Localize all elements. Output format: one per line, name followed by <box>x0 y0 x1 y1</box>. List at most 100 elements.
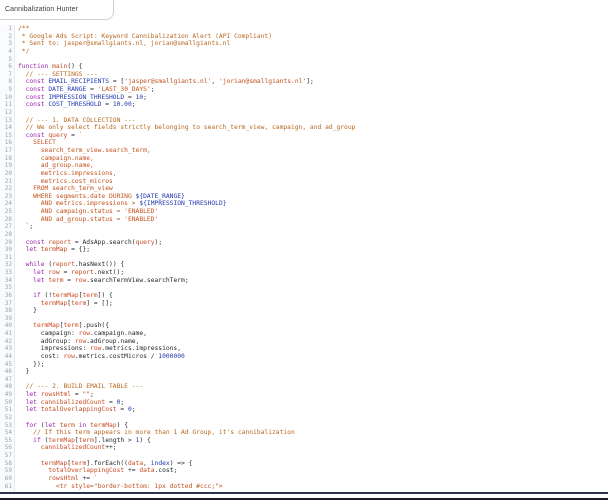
code-text: cost: row.metrics.costMicros / 1000000 <box>14 353 185 361</box>
code-line: 53 for (let term in termMap) { <box>0 422 608 430</box>
line-number: 58 <box>0 460 14 468</box>
code-text: * Sent to: jasper@smallgiants.nl, jorian… <box>14 40 230 48</box>
line-number: 26 <box>0 216 14 224</box>
code-line: 4 */ <box>0 48 608 56</box>
code-line: 54 // If this term appears in more than … <box>0 429 608 437</box>
code-text: SELECT <box>14 139 56 147</box>
code-line: 2 * Google Ads Script: Keyword Cannibali… <box>0 33 608 41</box>
line-number: 13 <box>0 117 14 125</box>
line-number: 20 <box>0 170 14 178</box>
code-line: 14 // We only select fields strictly bel… <box>0 124 608 132</box>
code-text: // --- 2. BUILD EMAIL TABLE --- <box>14 383 143 391</box>
code-text: // --- SETTINGS --- <box>14 71 98 79</box>
code-editor[interactable]: 1/**2 * Google Ads Script: Keyword Canni… <box>0 25 608 492</box>
code-line: 12 <box>0 109 608 117</box>
line-number: 27 <box>0 223 14 231</box>
code-text: // If this term appears in more than 1 A… <box>14 429 295 437</box>
code-text: const DATE_RANGE = 'LAST_30_DAYS'; <box>14 86 155 94</box>
code-text: termMap[term] = []; <box>14 300 113 308</box>
code-text: if (!termMap[term]) { <box>14 292 113 300</box>
line-number: 11 <box>0 101 14 109</box>
code-text: search_term_view.search_term, <box>14 147 151 155</box>
line-number: 45 <box>0 361 14 369</box>
code-text: let totalOverlappingCost = 0; <box>14 406 136 414</box>
code-line: 47 <box>0 376 608 384</box>
line-number: 24 <box>0 200 14 208</box>
code-text <box>14 376 18 384</box>
line-number: 32 <box>0 261 14 269</box>
code-text <box>14 315 18 323</box>
code-line: 38 } <box>0 307 608 315</box>
code-line: 44 cost: row.metrics.costMicros / 100000… <box>0 353 608 361</box>
code-line: 57 <box>0 452 608 460</box>
line-number: 28 <box>0 231 14 239</box>
code-text: metrics.cost_micros <box>14 178 113 186</box>
code-line: 5 <box>0 56 608 64</box>
code-line: 23 WHERE segments.date DURING ${DATE_RAN… <box>0 193 608 201</box>
line-number: 49 <box>0 391 14 399</box>
code-line: 13 // --- 1. DATA COLLECTION --- <box>0 117 608 125</box>
line-number: 16 <box>0 139 14 147</box>
line-number: 22 <box>0 185 14 193</box>
code-line: 42 adGroup: row.adGroup.name, <box>0 338 608 346</box>
line-number: 25 <box>0 208 14 216</box>
code-text: FROM search_term_view <box>14 185 113 193</box>
code-line: 58 termMap[term].forEach((data, index) =… <box>0 460 608 468</box>
code-text: } <box>14 368 29 376</box>
code-line: 19 ad_group.name, <box>0 162 608 170</box>
code-text: while (report.hasNext()) { <box>14 261 124 269</box>
code-line: 45 }); <box>0 361 608 369</box>
line-number: 14 <box>0 124 14 132</box>
script-editor-window: Cannibalization Hunter 1/**2 * Google Ad… <box>0 0 608 500</box>
code-line: 41 campaign: row.campaign.name, <box>0 330 608 338</box>
code-line: 11 const COST_THRESHOLD = 10.00; <box>0 101 608 109</box>
code-text <box>14 284 18 292</box>
code-line: 52 <box>0 414 608 422</box>
line-number: 50 <box>0 399 14 407</box>
code-text: // We only select fields strictly belong… <box>14 124 355 132</box>
code-line: 1/** <box>0 25 608 33</box>
line-number: 41 <box>0 330 14 338</box>
line-number: 51 <box>0 406 14 414</box>
code-text: AND campaign.status = 'ENABLED' <box>14 208 158 216</box>
code-text: ad_group.name, <box>14 162 94 170</box>
code-text: // --- 1. DATA COLLECTION --- <box>14 117 136 125</box>
line-number: 37 <box>0 300 14 308</box>
code-line: 15 const query = ` <box>0 132 608 140</box>
line-number: 61 <box>0 483 14 491</box>
code-text <box>14 254 18 262</box>
code-line: 49 let rowsHtml = ""; <box>0 391 608 399</box>
line-number: 48 <box>0 383 14 391</box>
code-text: AND ad_group.status = 'ENABLED' <box>14 216 158 224</box>
line-number: 59 <box>0 467 14 475</box>
code-line: 18 campaign.name, <box>0 155 608 163</box>
code-text: let termMap = {}; <box>14 246 90 254</box>
code-text: let row = report.next(); <box>14 269 124 277</box>
line-number: 44 <box>0 353 14 361</box>
line-number: 46 <box>0 368 14 376</box>
line-number: 23 <box>0 193 14 201</box>
tab-cannibalization-hunter[interactable]: Cannibalization Hunter <box>0 0 114 20</box>
line-number: 10 <box>0 94 14 102</box>
code-text: let rowsHtml = ""; <box>14 391 94 399</box>
code-text: const IMPRESSION_THRESHOLD = 10; <box>14 94 147 102</box>
code-text: adGroup: row.adGroup.name, <box>14 338 139 346</box>
code-line: 40 termMap[term].push({ <box>0 322 608 330</box>
line-number: 3 <box>0 40 14 48</box>
line-number: 31 <box>0 254 14 262</box>
code-text: termMap[term].push({ <box>14 322 109 330</box>
code-line: 37 termMap[term] = []; <box>0 300 608 308</box>
code-line: 10 const IMPRESSION_THRESHOLD = 10; <box>0 94 608 102</box>
code-text <box>14 452 18 460</box>
code-line: 32 while (report.hasNext()) { <box>0 261 608 269</box>
code-text: const report = AdsApp.search(query); <box>14 239 162 247</box>
code-lines: 1/**2 * Google Ads Script: Keyword Canni… <box>0 25 608 490</box>
code-line: 28 <box>0 231 608 239</box>
code-line: 25 AND campaign.status = 'ENABLED' <box>0 208 608 216</box>
code-line: 8 const EMAIL_RECIPIENTS = ['jasper@smal… <box>0 78 608 86</box>
code-text: <tr style="border-bottom: 1px dotted #cc… <box>14 483 223 491</box>
line-number: 52 <box>0 414 14 422</box>
code-line: 48 // --- 2. BUILD EMAIL TABLE --- <box>0 383 608 391</box>
line-number: 9 <box>0 86 14 94</box>
code-line: 35 <box>0 284 608 292</box>
